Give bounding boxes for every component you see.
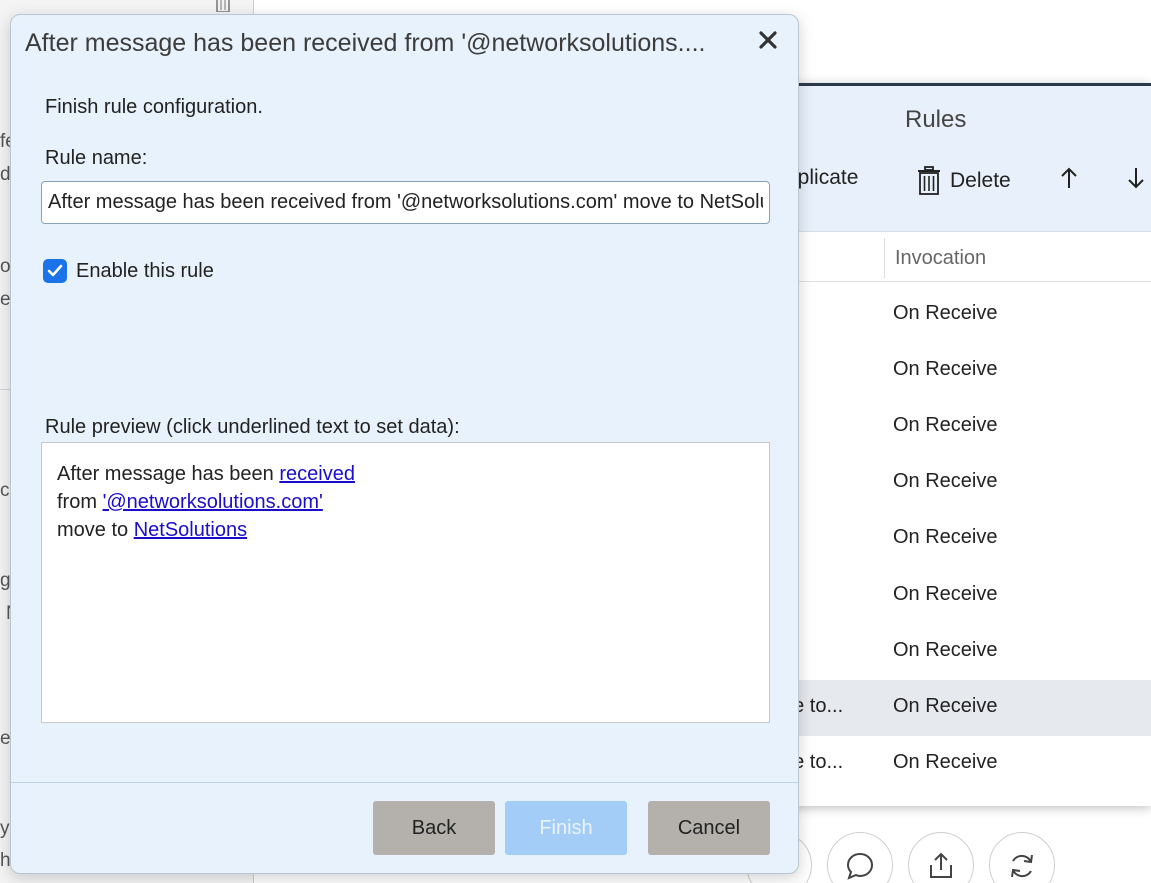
- rule-invocation-cell: On Receive: [893, 470, 998, 492]
- checkmark-icon: [47, 264, 63, 277]
- rule-row[interactable]: On Receive: [760, 343, 1151, 399]
- rule-preview-box: After message has been received from '@n…: [41, 442, 770, 723]
- refresh-icon: [1011, 854, 1033, 878]
- rule-invocation-cell: On Receive: [893, 695, 998, 717]
- chat-icon: [846, 852, 874, 880]
- chat-button[interactable]: [827, 832, 893, 883]
- background-text: c: [0, 480, 10, 501]
- rule-invocation-cell: On Receive: [893, 583, 998, 605]
- delete-button[interactable]: Delete: [916, 166, 1011, 196]
- rule-invocation-cell: On Receive: [893, 358, 998, 380]
- delete-label: Delete: [950, 169, 1011, 192]
- preview-line: After message has been received: [57, 460, 754, 488]
- rule-name-label: Rule name:: [45, 147, 148, 169]
- cancel-button[interactable]: Cancel: [648, 801, 770, 855]
- rules-header: Rules uplicate Delete: [760, 86, 1151, 232]
- column-invocation[interactable]: Invocation: [895, 247, 986, 270]
- footer-divider: [11, 782, 798, 783]
- rule-name-input[interactable]: [41, 181, 770, 224]
- rules-title: Rules: [905, 106, 967, 133]
- column-separator[interactable]: [884, 238, 885, 278]
- finish-rule-dialog: After message has been received from '@n…: [10, 14, 799, 874]
- rules-window: Rules uplicate Delete Invocation On Rece…: [760, 83, 1151, 806]
- background-text: h: [0, 850, 11, 871]
- rule-row[interactable]: On Receive: [760, 455, 1151, 511]
- back-button[interactable]: Back: [373, 801, 495, 855]
- preview-line: move to NetSolutions: [57, 516, 754, 544]
- checkbox-checked[interactable]: [43, 259, 67, 283]
- rule-row[interactable]: On Receive: [760, 624, 1151, 680]
- rule-invocation-cell: On Receive: [893, 302, 998, 324]
- preview-text: After message has been: [57, 463, 280, 485]
- rule-preview-label: Rule preview (click underlined text to s…: [45, 416, 460, 438]
- close-icon: [759, 31, 777, 49]
- arrow-down-icon: [1128, 168, 1144, 189]
- enable-rule-label: Enable this rule: [76, 259, 214, 282]
- rule-invocation-cell: On Receive: [893, 414, 998, 436]
- preview-line: from '@networksolutions.com': [57, 488, 754, 516]
- preview-text: move to: [57, 519, 134, 541]
- close-button[interactable]: [753, 25, 783, 55]
- move-up-button[interactable]: [1060, 166, 1078, 190]
- move-down-button[interactable]: [1127, 166, 1145, 190]
- dialog-title: After message has been received from '@n…: [25, 29, 706, 57]
- rule-row[interactable]: ove to... On Receive: [760, 736, 1151, 792]
- share-button[interactable]: [908, 832, 974, 883]
- rule-invocation-cell: On Receive: [893, 526, 998, 548]
- rule-row[interactable]: On Receive: [760, 287, 1151, 343]
- background-text: y: [0, 818, 10, 839]
- refresh-button[interactable]: [989, 832, 1055, 883]
- preview-text: from: [57, 491, 103, 513]
- folder-link[interactable]: NetSolutions: [134, 519, 247, 541]
- rule-row[interactable]: On Receive: [760, 399, 1151, 455]
- share-icon: [930, 852, 952, 878]
- rule-row[interactable]: On Receive: [760, 568, 1151, 624]
- dialog-intro: Finish rule configuration.: [45, 96, 263, 118]
- received-link[interactable]: received: [279, 463, 355, 485]
- rule-invocation-cell: On Receive: [893, 751, 998, 773]
- rule-row[interactable]: On Receive: [760, 511, 1151, 567]
- background-text: e: [0, 289, 11, 310]
- enable-rule-checkbox[interactable]: Enable this rule: [43, 259, 214, 283]
- trash-icon: [216, 0, 230, 12]
- rule-row-selected[interactable]: ove to... On Receive: [760, 680, 1151, 736]
- finish-button[interactable]: Finish: [505, 801, 627, 855]
- background-text: g: [0, 570, 11, 591]
- trash-icon: [918, 166, 940, 195]
- arrow-up-icon: [1061, 167, 1077, 188]
- rules-column-header: Invocation: [760, 234, 1151, 282]
- rule-invocation-cell: On Receive: [893, 639, 998, 661]
- sender-link[interactable]: '@networksolutions.com': [103, 491, 323, 513]
